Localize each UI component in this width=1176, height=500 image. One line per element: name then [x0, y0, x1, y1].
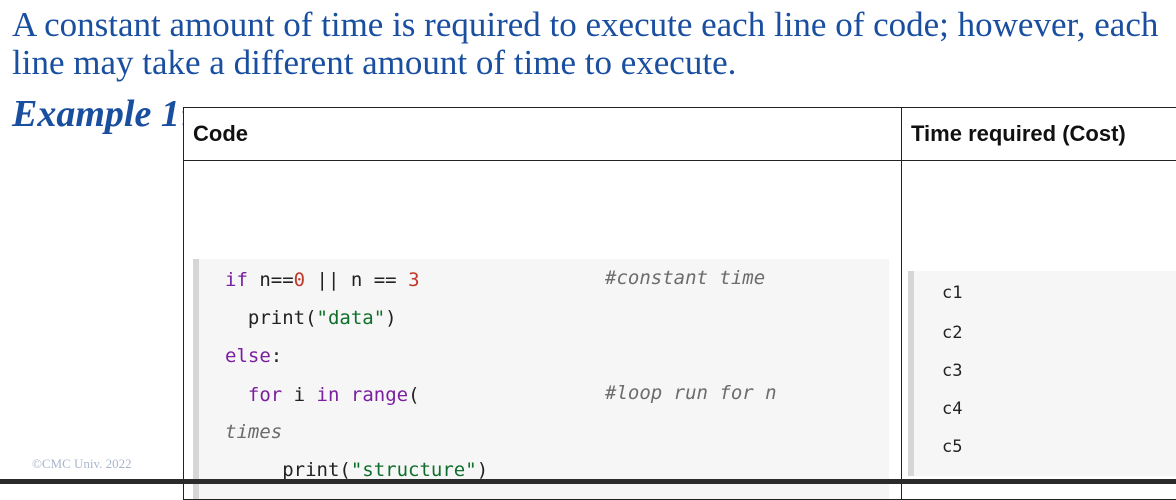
code-text: ( — [408, 384, 419, 406]
code-number: 0 — [294, 269, 305, 291]
code-comment-1: #constant time — [605, 267, 765, 289]
code-line-4: for i in range( — [225, 382, 420, 408]
code-keyword: if — [225, 269, 248, 291]
code-cost-table: Code Time required (Cost) if n==0 || n =… — [183, 107, 1176, 500]
header-code: Code — [184, 108, 902, 161]
code-text: n== — [248, 269, 294, 291]
code-text — [339, 384, 350, 406]
code-line-1: if n==0 || n == 3 — [225, 267, 420, 293]
code-string: "data" — [317, 307, 386, 329]
code-text: : — [271, 345, 282, 367]
code-keyword: in — [317, 384, 340, 406]
cost-item: c4 — [942, 399, 962, 419]
code-line-3: else: — [225, 343, 282, 369]
example-heading: Example 1: — [12, 92, 189, 138]
cost-cell: c1 c2 c3 c4 c5 — [902, 161, 1176, 500]
table-body-row: if n==0 || n == 3 #constant time print("… — [184, 161, 1176, 500]
copyright-footer: ©CMC Univ. 2022 — [32, 456, 132, 472]
code-text: ) — [477, 459, 488, 481]
code-text: i — [282, 384, 316, 406]
cost-item: c1 — [942, 283, 962, 303]
bottom-rule — [0, 479, 1176, 484]
code-cell: if n==0 || n == 3 #constant time print("… — [184, 161, 902, 500]
code-block: if n==0 || n == 3 #constant time print("… — [193, 259, 889, 499]
cost-block: c1 c2 c3 c4 c5 — [908, 271, 1176, 476]
code-comment-2: #loop run for n — [605, 382, 777, 404]
code-keyword: else — [225, 345, 271, 367]
header-cost: Time required (Cost) — [902, 108, 1176, 161]
code-text: print( — [225, 307, 317, 329]
example-label: Example 1 — [12, 93, 180, 135]
code-keyword: range — [351, 384, 408, 406]
code-text: print( — [225, 459, 351, 481]
code-string: "structure" — [351, 459, 477, 481]
code-text: ) — [385, 307, 396, 329]
cost-item: c5 — [942, 437, 962, 457]
intro-paragraph: A constant amount of time is required to… — [12, 6, 1162, 82]
code-line-5: times — [225, 419, 282, 445]
cost-item: c3 — [942, 361, 962, 381]
cost-item: c2 — [942, 323, 962, 343]
code-number: 3 — [408, 269, 419, 291]
code-keyword: for — [225, 384, 282, 406]
code-text: || n == — [305, 269, 408, 291]
table-header-row: Code Time required (Cost) — [184, 108, 1176, 161]
code-line-2: print("data") — [225, 305, 397, 331]
